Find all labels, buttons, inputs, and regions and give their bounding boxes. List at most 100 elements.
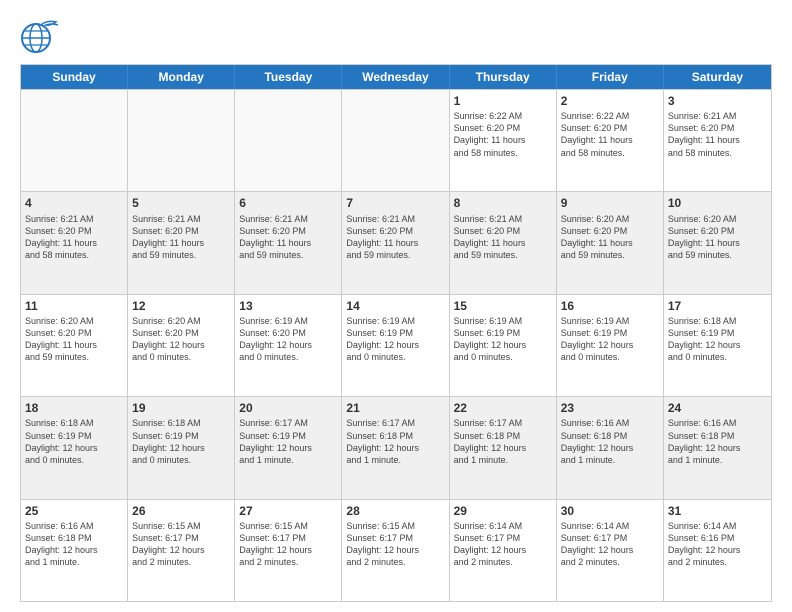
day-number: 4 bbox=[25, 195, 123, 211]
cell-detail: Sunrise: 6:20 AM Sunset: 6:20 PM Dayligh… bbox=[132, 315, 230, 364]
calendar-row-3: 11 Sunrise: 6:20 AM Sunset: 6:20 PM Dayli… bbox=[21, 294, 771, 396]
cell-detail: Sunrise: 6:20 AM Sunset: 6:20 PM Dayligh… bbox=[668, 213, 767, 262]
calendar-cell: 12Sunrise: 6:20 AM Sunset: 6:20 PM Dayli… bbox=[128, 295, 235, 396]
cell-detail: Sunrise: 6:21 AM Sunset: 6:20 PM Dayligh… bbox=[132, 213, 230, 262]
calendar-header: Sunday Monday Tuesday Wednesday Thursday… bbox=[21, 65, 771, 89]
logo bbox=[20, 18, 62, 54]
cell-detail: Sunrise: 6:18 AM Sunset: 6:19 PM Dayligh… bbox=[132, 417, 230, 466]
calendar-row-5: 25Sunrise: 6:16 AM Sunset: 6:18 PM Dayli… bbox=[21, 499, 771, 601]
day-number: 10 bbox=[668, 195, 767, 211]
cell-detail: Sunrise: 6:14 AM Sunset: 6:16 PM Dayligh… bbox=[668, 520, 767, 569]
calendar-cell: 6 Sunrise: 6:21 AM Sunset: 6:20 PM Daylig… bbox=[235, 192, 342, 293]
day-number: 13 bbox=[239, 298, 337, 314]
calendar-row-2: 4 Sunrise: 6:21 AM Sunset: 6:20 PM Daylig… bbox=[21, 191, 771, 293]
cell-detail: Sunrise: 6:22 AM Sunset: 6:20 PM Dayligh… bbox=[454, 110, 552, 159]
calendar-cell: 28Sunrise: 6:15 AM Sunset: 6:17 PM Dayli… bbox=[342, 500, 449, 601]
header-thursday: Thursday bbox=[450, 65, 557, 89]
calendar-cell: 19Sunrise: 6:18 AM Sunset: 6:19 PM Dayli… bbox=[128, 397, 235, 498]
page: Sunday Monday Tuesday Wednesday Thursday… bbox=[0, 0, 792, 612]
cell-detail: Sunrise: 6:21 AM Sunset: 6:20 PM Dayligh… bbox=[239, 213, 337, 262]
calendar: Sunday Monday Tuesday Wednesday Thursday… bbox=[20, 64, 772, 602]
cell-detail: Sunrise: 6:19 AM Sunset: 6:19 PM Dayligh… bbox=[561, 315, 659, 364]
header-monday: Monday bbox=[128, 65, 235, 89]
calendar-cell: 17Sunrise: 6:18 AM Sunset: 6:19 PM Dayli… bbox=[664, 295, 771, 396]
calendar-cell: 30Sunrise: 6:14 AM Sunset: 6:17 PM Dayli… bbox=[557, 500, 664, 601]
day-number: 1 bbox=[454, 93, 552, 109]
calendar-cell: 16Sunrise: 6:19 AM Sunset: 6:19 PM Dayli… bbox=[557, 295, 664, 396]
day-number: 5 bbox=[132, 195, 230, 211]
calendar-cell: 20Sunrise: 6:17 AM Sunset: 6:19 PM Dayli… bbox=[235, 397, 342, 498]
cell-detail: Sunrise: 6:19 AM Sunset: 6:19 PM Dayligh… bbox=[454, 315, 552, 364]
cell-detail: Sunrise: 6:16 AM Sunset: 6:18 PM Dayligh… bbox=[25, 520, 123, 569]
day-number: 22 bbox=[454, 400, 552, 416]
calendar-body: 1Sunrise: 6:22 AM Sunset: 6:20 PM Daylig… bbox=[21, 89, 771, 601]
logo-icon bbox=[20, 18, 58, 54]
cell-detail: Sunrise: 6:17 AM Sunset: 6:18 PM Dayligh… bbox=[454, 417, 552, 466]
day-number: 2 bbox=[561, 93, 659, 109]
day-number: 3 bbox=[668, 93, 767, 109]
cell-detail: Sunrise: 6:22 AM Sunset: 6:20 PM Dayligh… bbox=[561, 110, 659, 159]
calendar-cell: 5 Sunrise: 6:21 AM Sunset: 6:20 PM Daylig… bbox=[128, 192, 235, 293]
calendar-cell: 25Sunrise: 6:16 AM Sunset: 6:18 PM Dayli… bbox=[21, 500, 128, 601]
day-number: 21 bbox=[346, 400, 444, 416]
cell-detail: Sunrise: 6:16 AM Sunset: 6:18 PM Dayligh… bbox=[561, 417, 659, 466]
day-number: 28 bbox=[346, 503, 444, 519]
calendar-row-1: 1Sunrise: 6:22 AM Sunset: 6:20 PM Daylig… bbox=[21, 89, 771, 191]
day-number: 9 bbox=[561, 195, 659, 211]
calendar-cell: 2Sunrise: 6:22 AM Sunset: 6:20 PM Daylig… bbox=[557, 90, 664, 191]
cell-detail: Sunrise: 6:18 AM Sunset: 6:19 PM Dayligh… bbox=[25, 417, 123, 466]
cell-detail: Sunrise: 6:17 AM Sunset: 6:18 PM Dayligh… bbox=[346, 417, 444, 466]
header-tuesday: Tuesday bbox=[235, 65, 342, 89]
day-number: 25 bbox=[25, 503, 123, 519]
day-number: 16 bbox=[561, 298, 659, 314]
header-sunday: Sunday bbox=[21, 65, 128, 89]
cell-detail: Sunrise: 6:21 AM Sunset: 6:20 PM Dayligh… bbox=[346, 213, 444, 262]
day-number: 19 bbox=[132, 400, 230, 416]
calendar-cell: 7Sunrise: 6:21 AM Sunset: 6:20 PM Daylig… bbox=[342, 192, 449, 293]
cell-detail: Sunrise: 6:21 AM Sunset: 6:20 PM Dayligh… bbox=[454, 213, 552, 262]
calendar-cell: 31Sunrise: 6:14 AM Sunset: 6:16 PM Dayli… bbox=[664, 500, 771, 601]
calendar-cell: 3Sunrise: 6:21 AM Sunset: 6:20 PM Daylig… bbox=[664, 90, 771, 191]
day-number: 14 bbox=[346, 298, 444, 314]
cell-detail: Sunrise: 6:21 AM Sunset: 6:20 PM Dayligh… bbox=[25, 213, 123, 262]
day-number: 29 bbox=[454, 503, 552, 519]
day-number: 6 bbox=[239, 195, 337, 211]
calendar-row-4: 18Sunrise: 6:18 AM Sunset: 6:19 PM Dayli… bbox=[21, 396, 771, 498]
calendar-cell: 1Sunrise: 6:22 AM Sunset: 6:20 PM Daylig… bbox=[450, 90, 557, 191]
calendar-cell: 9Sunrise: 6:20 AM Sunset: 6:20 PM Daylig… bbox=[557, 192, 664, 293]
calendar-cell: 11Sunrise: 6:20 AM Sunset: 6:20 PM Dayli… bbox=[21, 295, 128, 396]
day-number: 20 bbox=[239, 400, 337, 416]
calendar-cell: 26Sunrise: 6:15 AM Sunset: 6:17 PM Dayli… bbox=[128, 500, 235, 601]
day-number: 26 bbox=[132, 503, 230, 519]
cell-detail: Sunrise: 6:21 AM Sunset: 6:20 PM Dayligh… bbox=[668, 110, 767, 159]
day-number: 23 bbox=[561, 400, 659, 416]
calendar-cell: 29Sunrise: 6:14 AM Sunset: 6:17 PM Dayli… bbox=[450, 500, 557, 601]
calendar-cell bbox=[235, 90, 342, 191]
day-number: 30 bbox=[561, 503, 659, 519]
cell-detail: Sunrise: 6:15 AM Sunset: 6:17 PM Dayligh… bbox=[346, 520, 444, 569]
calendar-cell bbox=[128, 90, 235, 191]
day-number: 18 bbox=[25, 400, 123, 416]
day-number: 31 bbox=[668, 503, 767, 519]
calendar-cell: 15Sunrise: 6:19 AM Sunset: 6:19 PM Dayli… bbox=[450, 295, 557, 396]
calendar-cell: 18Sunrise: 6:18 AM Sunset: 6:19 PM Dayli… bbox=[21, 397, 128, 498]
day-number: 11 bbox=[25, 298, 123, 314]
cell-detail: Sunrise: 6:14 AM Sunset: 6:17 PM Dayligh… bbox=[454, 520, 552, 569]
day-number: 15 bbox=[454, 298, 552, 314]
header bbox=[20, 18, 772, 54]
calendar-cell bbox=[342, 90, 449, 191]
header-saturday: Saturday bbox=[664, 65, 771, 89]
calendar-cell bbox=[21, 90, 128, 191]
calendar-cell: 4 Sunrise: 6:21 AM Sunset: 6:20 PM Daylig… bbox=[21, 192, 128, 293]
cell-detail: Sunrise: 6:18 AM Sunset: 6:19 PM Dayligh… bbox=[668, 315, 767, 364]
cell-detail: Sunrise: 6:19 AM Sunset: 6:20 PM Dayligh… bbox=[239, 315, 337, 364]
day-number: 24 bbox=[668, 400, 767, 416]
calendar-cell: 10 Sunrise: 6:20 AM Sunset: 6:20 PM Dayli… bbox=[664, 192, 771, 293]
cell-detail: Sunrise: 6:15 AM Sunset: 6:17 PM Dayligh… bbox=[132, 520, 230, 569]
cell-detail: Sunrise: 6:16 AM Sunset: 6:18 PM Dayligh… bbox=[668, 417, 767, 466]
calendar-cell: 8Sunrise: 6:21 AM Sunset: 6:20 PM Daylig… bbox=[450, 192, 557, 293]
calendar-cell: 14Sunrise: 6:19 AM Sunset: 6:19 PM Dayli… bbox=[342, 295, 449, 396]
cell-detail: Sunrise: 6:15 AM Sunset: 6:17 PM Dayligh… bbox=[239, 520, 337, 569]
day-number: 17 bbox=[668, 298, 767, 314]
calendar-cell: 13Sunrise: 6:19 AM Sunset: 6:20 PM Dayli… bbox=[235, 295, 342, 396]
